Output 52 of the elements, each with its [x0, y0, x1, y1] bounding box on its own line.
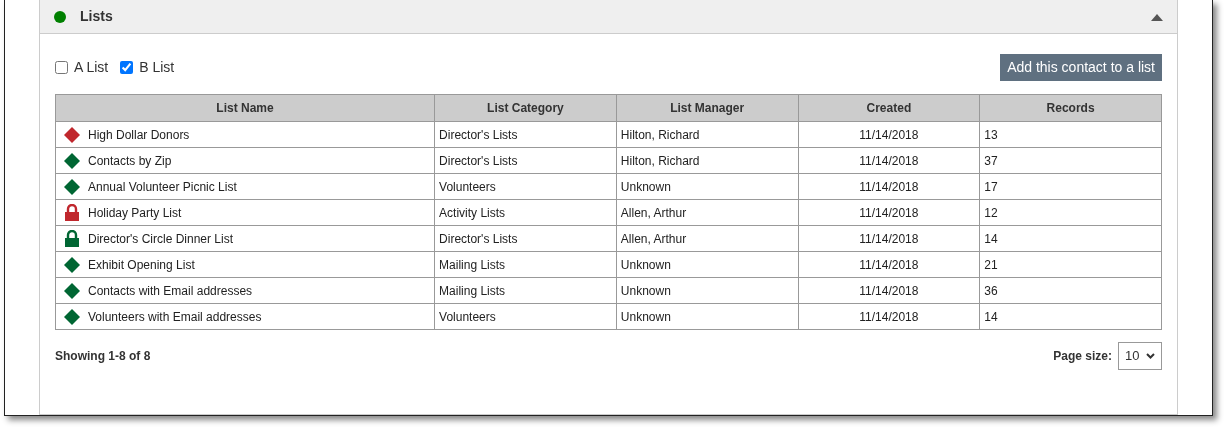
table-cell: Allen, Arthur [616, 225, 798, 252]
table-cell: Director's Lists [434, 147, 617, 174]
table-cell: Mailing Lists [434, 277, 617, 304]
table-cell: Unknown [616, 277, 798, 304]
list-name-link[interactable]: Holiday Party List [88, 203, 182, 222]
page-size-select[interactable]: 10 [1118, 342, 1162, 370]
table-cell: Volunteers [434, 173, 617, 200]
table-cell: 11/14/2018 [798, 225, 980, 252]
table-cell: 37 [979, 147, 1162, 174]
list-name-link[interactable]: Contacts by Zip [88, 151, 172, 170]
checkbox-label: A List [74, 58, 109, 77]
table-cell: 13 [979, 121, 1162, 148]
table-cell: Hilton, Richard [616, 147, 798, 174]
column-header[interactable]: Records [979, 94, 1162, 122]
collapse-icon[interactable] [1151, 13, 1163, 21]
add-to-list-button[interactable]: Add this contact to a list [1000, 54, 1162, 81]
table-cell: Unknown [616, 173, 798, 200]
list-name-link[interactable]: Exhibit Opening List [88, 255, 195, 274]
table-cell: 17 [979, 173, 1162, 200]
table-cell: 11/14/2018 [798, 173, 980, 200]
table-cell: Hilton, Richard [616, 121, 798, 148]
list-checkbox[interactable] [55, 61, 68, 74]
column-header[interactable]: List Manager [616, 94, 798, 122]
table-cell: 14 [979, 225, 1162, 252]
table-cell: Unknown [616, 303, 798, 330]
table-cell: 21 [979, 251, 1162, 278]
column-header[interactable]: List Name [55, 94, 435, 122]
column-header[interactable]: List Category [434, 94, 617, 122]
page-size-label: Page size: [1053, 348, 1112, 365]
table-cell: Director's Lists [434, 121, 617, 148]
table-cell: Allen, Arthur [616, 199, 798, 226]
table-cell: 11/14/2018 [798, 121, 980, 148]
checkbox-label: B List [139, 58, 175, 77]
table-cell: 11/14/2018 [798, 147, 980, 174]
table-cell: Mailing Lists [434, 251, 617, 278]
table-cell: 14 [979, 303, 1162, 330]
table-cell: 11/14/2018 [798, 199, 980, 226]
table-cell: 11/14/2018 [798, 251, 980, 278]
list-checkbox[interactable] [120, 61, 134, 74]
table-cell: 36 [979, 277, 1162, 304]
chevron-icon [1146, 353, 1155, 359]
panel-title: Lists [80, 7, 114, 26]
table-cell: 11/14/2018 [798, 303, 980, 330]
table-cell: 11/14/2018 [798, 277, 980, 304]
table-cell: Activity Lists [434, 199, 617, 226]
table-cell: 12 [979, 199, 1162, 226]
list-name-link[interactable]: High Dollar Donors [88, 125, 190, 144]
table-cell: Volunteers [434, 303, 617, 330]
table-cell: Director's Lists [434, 225, 617, 252]
showing-count: Showing 1-8 of 8 [55, 348, 151, 365]
column-header[interactable]: Created [798, 94, 980, 122]
table-cell: Unknown [616, 251, 798, 278]
